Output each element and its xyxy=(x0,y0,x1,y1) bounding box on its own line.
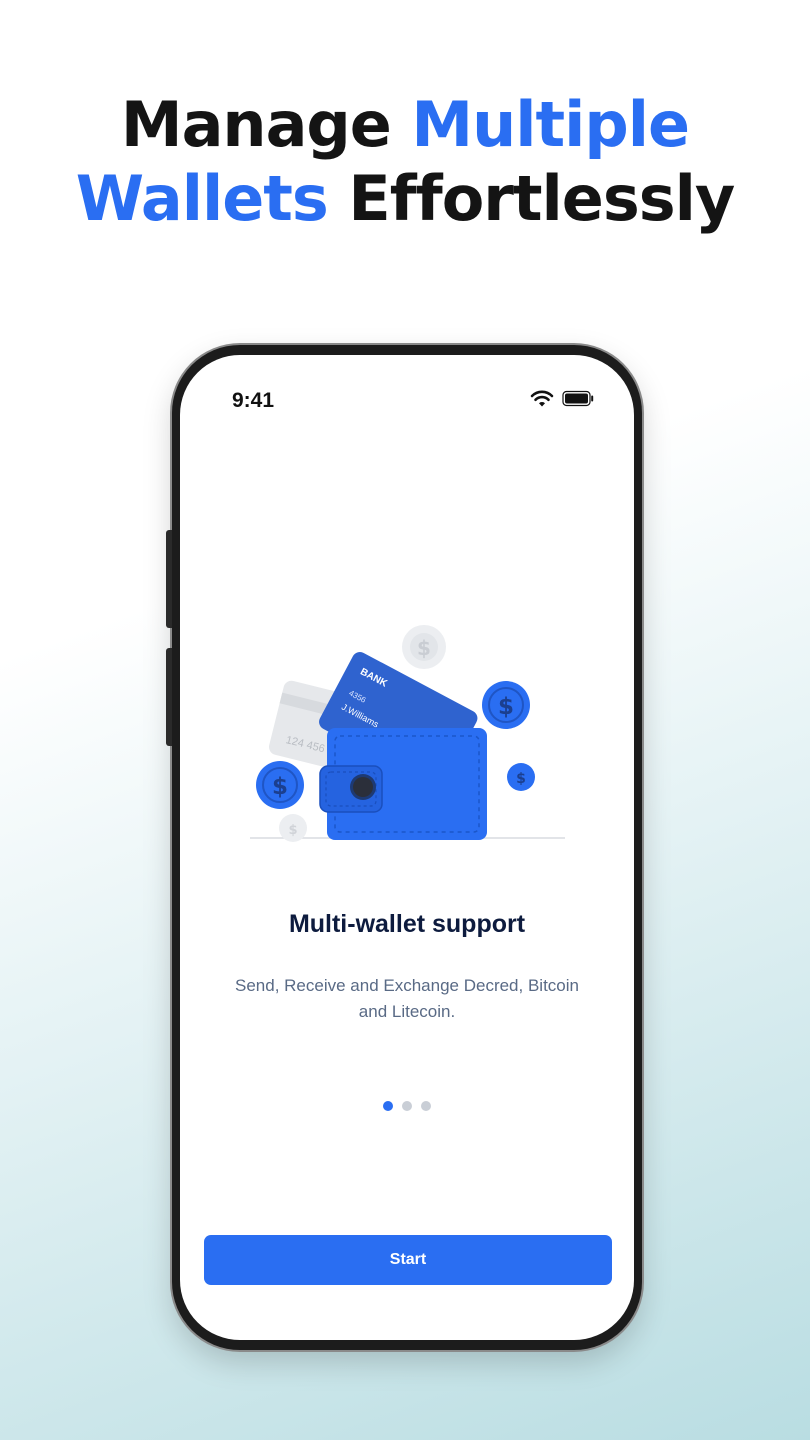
coin-symbol: $ xyxy=(516,771,526,787)
coin-symbol: $ xyxy=(272,774,288,800)
volume-up-button xyxy=(166,530,172,628)
headline-text: Manage xyxy=(120,88,412,161)
page-dot-3[interactable] xyxy=(421,1101,431,1111)
battery-icon xyxy=(562,390,594,407)
promo-headline: Manage Multiple Wallets Effortlessly xyxy=(0,88,810,236)
coin-symbol: $ xyxy=(288,823,297,838)
status-icons xyxy=(530,389,594,408)
headline-accent-text: Wallets xyxy=(75,162,329,235)
headline-line-1: Manage Multiple xyxy=(0,88,810,162)
headline-accent-text: Multiple xyxy=(411,88,690,161)
coin-symbol: $ xyxy=(498,694,514,720)
onboarding-description: Send, Receive and Exchange Decred, Bitco… xyxy=(235,976,579,1021)
onboarding-title: Multi-wallet support xyxy=(288,910,526,938)
status-time: 9:41 xyxy=(232,389,275,412)
page-dot-2[interactable] xyxy=(402,1101,412,1111)
start-button[interactable]: Start xyxy=(204,1235,612,1285)
phone-mockup: 9:41 $ 124 456 BANK 4356 J.Williams $ $ … xyxy=(166,345,642,1350)
page-dot-1[interactable] xyxy=(383,1101,393,1111)
page-indicator xyxy=(180,1101,634,1111)
coin-symbol: $ xyxy=(417,636,431,660)
wallet-illustration: $ 124 456 BANK 4356 J.Williams $ $ $ $ xyxy=(250,625,565,842)
headline-line-2: Wallets Effortlessly xyxy=(0,162,810,236)
wifi-icon xyxy=(530,390,554,407)
headline-text: Effortlessly xyxy=(327,162,735,235)
app-screen: 9:41 $ 124 456 BANK 4356 J.Williams $ $ … xyxy=(180,355,634,1340)
volume-down-button xyxy=(166,648,172,746)
